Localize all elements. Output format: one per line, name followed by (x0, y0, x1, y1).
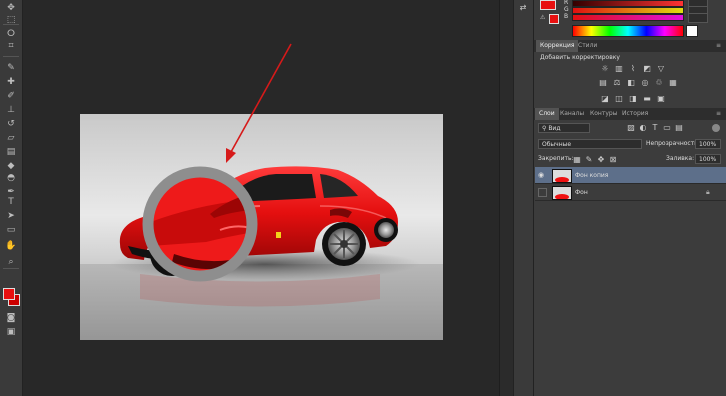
filter-shape-icon[interactable]: ▭ (662, 123, 672, 132)
selective-color-icon[interactable]: ▣ (656, 94, 666, 103)
white-swatch[interactable] (686, 25, 698, 37)
properties-icon[interactable]: ⇄ (517, 3, 529, 13)
vibrance-icon[interactable]: ▽ (656, 64, 666, 73)
color-spectrum-bar[interactable] (572, 25, 684, 37)
color-balance-icon[interactable]: ⚖ (612, 78, 622, 87)
layers-tabbar: Слои Каналы Контуры История ≡ (534, 108, 726, 120)
tab-paths[interactable]: Контуры (586, 108, 621, 120)
lock-image-icon[interactable]: ✎ (584, 155, 594, 164)
blend-mode-select[interactable]: Обычные (538, 139, 642, 149)
layer-name[interactable]: Фон (575, 189, 588, 196)
color-slider-r[interactable] (572, 0, 684, 7)
fill-label: Заливка: (666, 155, 695, 162)
filter-adjustment-icon[interactable]: ◐ (638, 123, 648, 132)
black-white-icon[interactable]: ◧ (626, 78, 636, 87)
tab-styles[interactable]: Стили (574, 40, 601, 52)
warning-icon: ⚠ (540, 14, 546, 21)
threshold-icon[interactable]: ◨ (628, 94, 638, 103)
filter-type-icon[interactable]: T (650, 123, 660, 132)
opacity-input[interactable]: 100% (695, 139, 721, 149)
layers-menu-icon[interactable]: ≡ (716, 110, 721, 117)
invert-icon[interactable]: ◪ (600, 94, 610, 103)
lock-icon: 🔒︎ (706, 188, 710, 196)
blend-mode-value: Обычные (542, 141, 572, 148)
color-slider-g[interactable] (572, 7, 684, 14)
lock-transparent-icon[interactable]: ▦ (572, 155, 582, 164)
color-slider-b[interactable] (572, 14, 684, 21)
color-lookup-icon[interactable]: ▦ (668, 78, 678, 87)
filter-smart-icon[interactable]: ▤ (674, 123, 684, 132)
web-safe-swatch[interactable] (549, 14, 559, 24)
tab-adjustments[interactable]: Коррекция (536, 40, 579, 52)
filter-toggle[interactable] (712, 124, 720, 132)
annotation-arrow (226, 43, 292, 163)
right-panels: ⚠ R G B Коррекция Стили ≡ Добавить корре… (533, 0, 726, 396)
layer-filter-select[interactable]: ⚲ Вид (538, 123, 590, 133)
layer-row-background[interactable]: Фон 🔒︎ (535, 184, 726, 201)
color-row-g-label: G (564, 6, 569, 13)
visibility-toggle[interactable] (538, 188, 547, 197)
lock-position-icon[interactable]: ✥ (596, 155, 606, 164)
fill-input[interactable]: 100% (695, 154, 721, 164)
eye-icon[interactable]: ◉ (538, 171, 544, 179)
layer-row-background-copy[interactable]: ◉ Фон копия (535, 167, 726, 184)
adjustments-tabbar: Коррекция Стили ≡ (534, 40, 726, 52)
color-row-b-label: B (564, 13, 569, 20)
hue-saturation-icon[interactable]: ▤ (598, 78, 608, 87)
levels-icon[interactable]: ▥ (614, 64, 624, 73)
tab-history[interactable]: История (618, 108, 652, 120)
layers-empty-area (535, 201, 726, 396)
exposure-icon[interactable]: ◩ (642, 64, 652, 73)
foreground-swatch[interactable] (540, 0, 556, 10)
panel-menu-icon[interactable]: ≡ (716, 42, 721, 49)
panel-dock-strip (499, 0, 514, 396)
layer-filter-label: Вид (548, 125, 561, 132)
gradient-map-icon[interactable]: ▬ (642, 94, 652, 103)
curves-icon[interactable]: ⌇ (628, 64, 638, 73)
layer-thumbnail (552, 186, 572, 200)
tab-channels[interactable]: Каналы (556, 108, 588, 120)
add-adjustment-label: Добавить корректировку (540, 54, 620, 61)
lock-all-icon[interactable]: ⊠ (608, 155, 618, 164)
filter-pixel-icon[interactable]: ▨ (626, 123, 636, 132)
channel-mixer-icon[interactable]: ♲ (654, 78, 664, 87)
layer-thumbnail (552, 169, 572, 183)
photo-filter-icon[interactable]: ◎ (640, 78, 650, 87)
brightness-icon[interactable]: ☼ (600, 64, 610, 73)
posterize-icon[interactable]: ◫ (614, 94, 624, 103)
collapsed-panel-dock: ⇄ (513, 0, 533, 396)
color-value-b[interactable] (688, 13, 708, 23)
layer-name[interactable]: Фон копия (575, 172, 608, 179)
opacity-label: Непрозрачность: (646, 140, 700, 147)
lock-label: Закрепить: (538, 155, 574, 162)
